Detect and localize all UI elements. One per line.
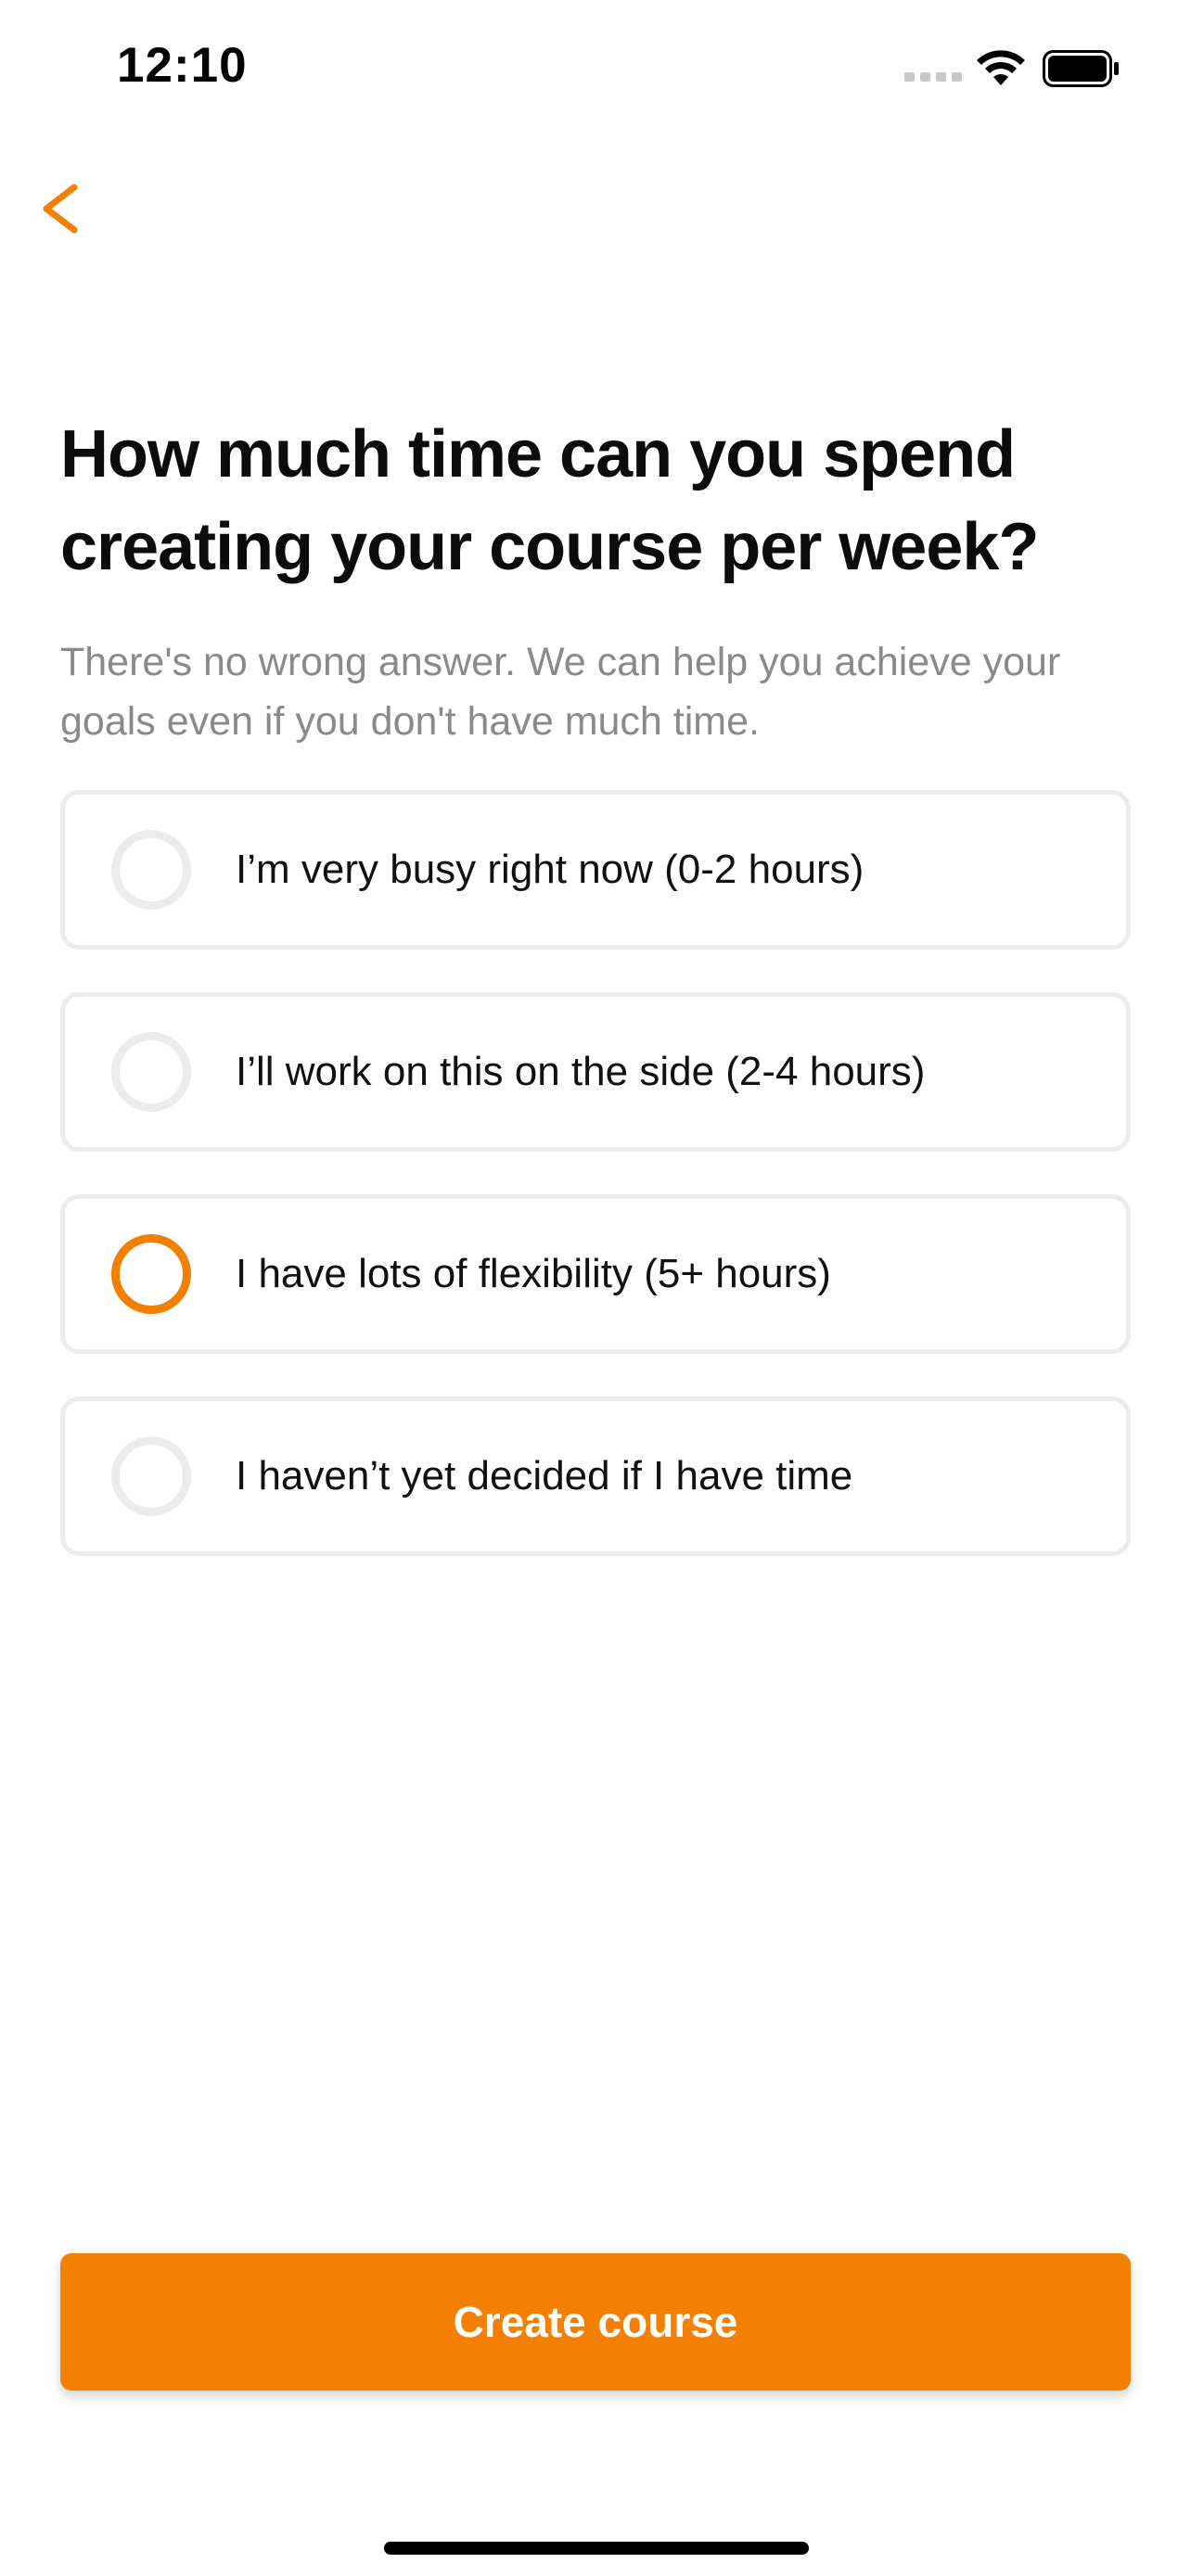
option-label: I’ll work on this on the side (2-4 hours… (236, 1049, 926, 1094)
home-indicator (384, 2542, 809, 2555)
options-list: I’m very busy right now (0-2 hours) I’ll… (60, 790, 1131, 1599)
option-0-2-hours[interactable]: I’m very busy right now (0-2 hours) (60, 790, 1131, 950)
battery-icon (1043, 50, 1119, 87)
radio-button[interactable] (111, 1032, 191, 1112)
radio-button[interactable] (111, 1436, 191, 1516)
chevron-left-icon (43, 184, 78, 234)
page-title: How much time can you spend creating you… (60, 417, 1039, 584)
status-bar: 12:10 (0, 0, 1191, 139)
page-subtitle: There's no wrong answer. We can help you… (60, 640, 1061, 744)
option-5-plus-hours[interactable]: I have lots of flexibility (5+ hours) (60, 1194, 1131, 1354)
wifi-icon (977, 50, 1025, 85)
signal-icon (904, 72, 962, 82)
status-time: 12:10 (117, 38, 248, 93)
option-2-4-hours[interactable]: I’ll work on this on the side (2-4 hours… (60, 992, 1131, 1152)
create-course-button[interactable]: Create course (60, 2253, 1131, 2391)
option-label: I’m very busy right now (0-2 hours) (236, 847, 864, 892)
option-label: I have lots of flexibility (5+ hours) (236, 1251, 831, 1296)
option-undecided[interactable]: I haven’t yet decided if I have time (60, 1396, 1131, 1556)
radio-button[interactable] (111, 1234, 191, 1314)
option-label: I haven’t yet decided if I have time (236, 1453, 853, 1498)
radio-button[interactable] (111, 830, 191, 910)
back-button[interactable] (28, 167, 102, 250)
